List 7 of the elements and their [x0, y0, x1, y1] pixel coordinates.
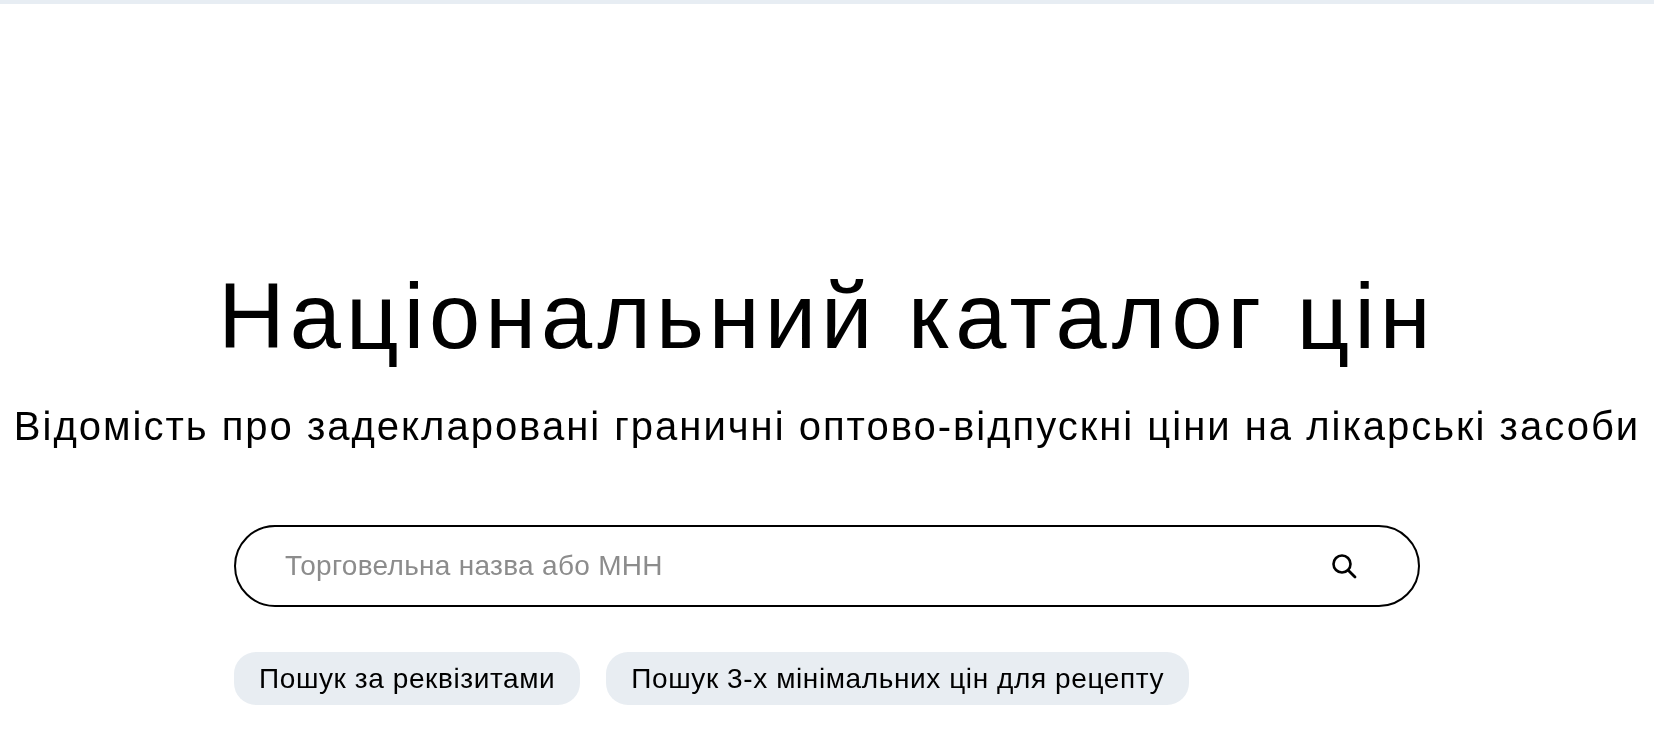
search-icon — [1331, 553, 1357, 580]
search-button[interactable] — [1331, 553, 1357, 580]
search-mode-button[interactable]: Пошук за реквізитами — [234, 652, 581, 706]
page-subtitle: Відомість про задекларовані граничні оптово-відпускні ціни на лікарські засоби — [13, 403, 1641, 451]
page-title: Національний каталог цін — [218, 264, 1436, 369]
search-field[interactable]: Торговельна назва або МНН — [234, 525, 1420, 608]
search-mode-button[interactable]: Пошук 3-х мінімальних цін для рецепту — [606, 652, 1190, 706]
